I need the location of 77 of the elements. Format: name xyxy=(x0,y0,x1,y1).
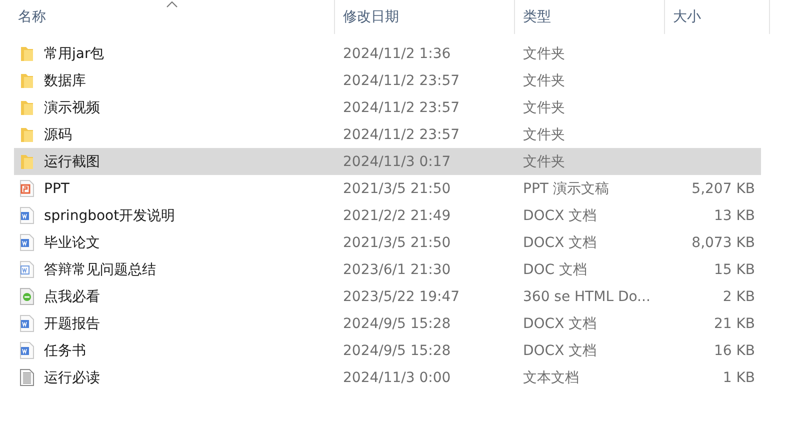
modified-date: 2021/3/5 21:50 xyxy=(342,180,452,196)
file-size: 8,073 KB xyxy=(690,234,756,250)
folder-icon xyxy=(20,126,34,142)
file-type: 文本文档 xyxy=(522,368,580,386)
file-name: 演示视频 xyxy=(44,98,100,116)
file-type: DOC 文档 xyxy=(522,260,588,278)
browser-file-icon xyxy=(20,288,34,305)
file-size: 16 KB xyxy=(712,342,756,358)
modified-date: 2024/11/3 0:00 xyxy=(342,370,452,386)
file-size: 2 KB xyxy=(722,288,756,304)
file-name: 源码 xyxy=(44,126,72,144)
file-row[interactable]: 运行截图 2024/11/3 0:17 文件夹 xyxy=(14,148,761,175)
file-type: DOCX 文档 xyxy=(522,314,598,332)
file-size: 13 KB xyxy=(712,208,756,224)
folder-icon xyxy=(20,154,34,170)
file-type: 文件夹 xyxy=(522,152,566,170)
modified-date: 2024/9/5 15:28 xyxy=(342,342,452,358)
file-name: 答辩常见问题总结 xyxy=(44,260,156,278)
folder-icon xyxy=(20,72,34,88)
file-name: 点我必看 xyxy=(44,288,100,306)
file-type: PPT 演示文稿 xyxy=(522,180,610,198)
file-name: 开题报告 xyxy=(44,314,100,332)
text-file-icon xyxy=(20,369,34,386)
document-icon xyxy=(20,207,34,224)
file-row[interactable]: 运行必读 2024/11/3 0:00 文本文档 1 KB xyxy=(14,364,761,391)
modified-date: 2021/3/5 21:50 xyxy=(342,234,452,250)
folder-icon xyxy=(20,46,34,62)
column-header[interactable]: 类型 xyxy=(523,8,551,26)
file-row[interactable]: springboot开发说明 2021/2/2 21:49 DOCX 文档 13 KB xyxy=(14,202,761,229)
file-name: 运行截图 xyxy=(44,152,100,170)
file-type: DOCX 文档 xyxy=(522,234,598,252)
modified-date: 2023/6/1 21:30 xyxy=(342,262,452,278)
folder-icon xyxy=(20,100,34,116)
column-header[interactable]: 修改日期 xyxy=(343,8,399,26)
file-name: PPT xyxy=(44,180,70,196)
file-type: 文件夹 xyxy=(522,126,566,144)
file-row[interactable]: 数据库 2024/11/2 23:57 文件夹 xyxy=(14,67,761,94)
file-name: springboot开发说明 xyxy=(44,206,176,224)
file-size: 15 KB xyxy=(712,262,756,278)
file-row[interactable]: 任务书 2024/9/5 15:28 DOCX 文档 16 KB xyxy=(14,337,761,364)
document-icon xyxy=(20,234,34,251)
file-type: DOCX 文档 xyxy=(522,342,598,360)
file-type: 文件夹 xyxy=(522,72,566,90)
file-size: 1 KB xyxy=(722,370,756,386)
file-size: 5,207 KB xyxy=(690,180,756,196)
file-type: 文件夹 xyxy=(522,44,566,62)
file-name: 运行必读 xyxy=(44,368,100,386)
file-row[interactable]: 点我必看 2023/5/22 19:47 360 se HTML Do... 2 KB xyxy=(14,283,761,310)
document-icon xyxy=(20,261,34,278)
file-name: 任务书 xyxy=(44,342,86,360)
modified-date: 2023/5/22 19:47 xyxy=(342,288,461,304)
file-type: 文件夹 xyxy=(522,98,566,116)
modified-date: 2024/11/3 0:17 xyxy=(342,154,452,170)
presentation-file-icon xyxy=(20,180,34,197)
modified-date: 2024/11/2 23:57 xyxy=(342,126,461,142)
file-name: 毕业论文 xyxy=(44,234,100,252)
modified-date: 2021/2/2 21:49 xyxy=(342,208,452,224)
file-row[interactable]: 演示视频 2024/11/2 23:57 文件夹 xyxy=(14,94,761,121)
file-size: 21 KB xyxy=(712,316,756,332)
document-icon xyxy=(20,342,34,359)
file-row[interactable]: 开题报告 2024/9/5 15:28 DOCX 文档 21 KB xyxy=(14,310,761,337)
column-header[interactable]: 名称 xyxy=(18,8,46,26)
modified-date: 2024/11/2 23:57 xyxy=(342,100,461,116)
file-row[interactable]: 常用jar包 2024/11/2 1:36 文件夹 xyxy=(14,40,761,67)
file-name: 数据库 xyxy=(44,72,86,90)
modified-date: 2024/9/5 15:28 xyxy=(342,316,452,332)
file-row[interactable]: PPT 2021/3/5 21:50 PPT 演示文稿 5,207 KB xyxy=(14,175,761,202)
modified-date: 2024/11/2 23:57 xyxy=(342,72,461,88)
file-row[interactable]: 答辩常见问题总结 2023/6/1 21:30 DOC 文档 15 KB xyxy=(14,256,761,283)
file-name: 常用jar包 xyxy=(44,44,104,62)
file-row[interactable]: 毕业论文 2021/3/5 21:50 DOCX 文档 8,073 KB xyxy=(14,229,761,256)
modified-date: 2024/11/2 1:36 xyxy=(342,46,452,62)
document-icon xyxy=(20,315,34,332)
column-header[interactable]: 大小 xyxy=(673,8,701,26)
file-type: DOCX 文档 xyxy=(522,206,598,224)
file-type: 360 se HTML Do... xyxy=(522,288,652,304)
file-row[interactable]: 源码 2024/11/2 23:57 文件夹 xyxy=(14,121,761,148)
